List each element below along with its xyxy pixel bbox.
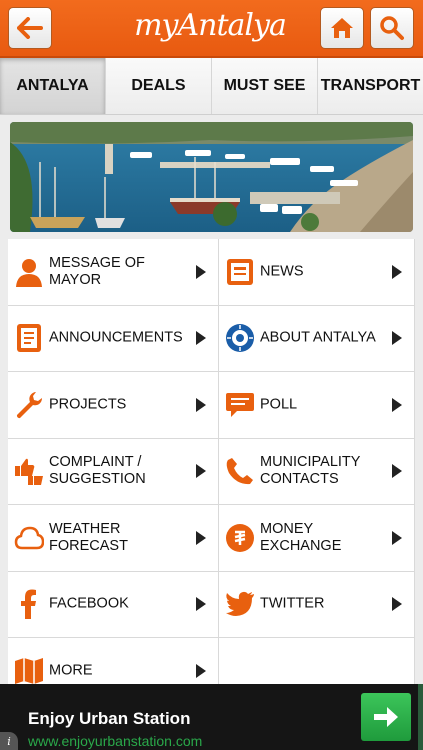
- tab-must-see[interactable]: MUST SEE: [212, 58, 318, 114]
- menu-item-label: COMPLAINT / SUGGESTION: [49, 454, 146, 488]
- ad-divider: [418, 684, 423, 750]
- home-button[interactable]: [320, 7, 364, 49]
- menu-item-label: TWITTER: [260, 595, 325, 612]
- menu-item-announcements[interactable]: ANNOUNCEMENTS: [8, 305, 219, 372]
- home-icon: [331, 18, 353, 38]
- menu-item-money-exchange[interactable]: MONEY EXCHANGE: [219, 505, 415, 572]
- menu-item-complaint-suggestion[interactable]: COMPLAINT / SUGGESTION: [8, 438, 219, 505]
- facebook-icon: [14, 589, 44, 620]
- chevron-right-icon: [196, 530, 206, 545]
- tab-antalya[interactable]: ANTALYA: [0, 58, 106, 114]
- arrow-right-icon: [374, 707, 398, 727]
- menu-item-label: ANNOUNCEMENTS: [49, 329, 183, 346]
- menu-item-twitter[interactable]: TWITTER: [219, 571, 415, 638]
- menu-item-municipality-contacts[interactable]: MUNICIPALITY CONTACTS: [219, 438, 415, 505]
- chat-bubble-icon: [225, 390, 255, 420]
- menu-item-poll[interactable]: POLL: [219, 372, 415, 439]
- chevron-right-icon: [392, 331, 402, 346]
- ad-info-icon[interactable]: i: [0, 732, 18, 750]
- menu-item-label: POLL: [260, 396, 298, 413]
- menu-item-message-of-mayor[interactable]: MESSAGE OF MAYOR: [8, 239, 219, 306]
- chevron-right-icon: [196, 597, 206, 612]
- twitter-icon: [225, 589, 255, 619]
- chevron-right-icon: [196, 464, 206, 479]
- menu-grid: MESSAGE OF MAYOR NEWS ANNOUNCEMENTS ABOU…: [8, 239, 415, 705]
- menu-item-label: MESSAGE OF MAYOR: [49, 254, 145, 288]
- menu-item-label: MORE: [49, 662, 93, 679]
- chevron-right-icon: [392, 597, 402, 612]
- tab-transport[interactable]: TRANSPORT: [318, 58, 423, 114]
- tab-deals[interactable]: DEALS: [106, 58, 212, 114]
- back-button[interactable]: [8, 7, 52, 49]
- menu-item-weather-forecast[interactable]: WEATHER FORECAST: [8, 505, 219, 572]
- chevron-right-icon: [392, 397, 402, 412]
- thumbs-icon: [14, 456, 44, 486]
- chevron-right-icon: [392, 264, 402, 279]
- map-icon: [14, 656, 44, 686]
- cloud-icon: [14, 523, 44, 553]
- ad-url: www.enjoyurbanstation.com: [28, 733, 203, 749]
- document-icon: [14, 323, 44, 353]
- menu-item-label: WEATHER FORECAST: [49, 520, 128, 554]
- chevron-right-icon: [196, 331, 206, 346]
- newspaper-icon: [225, 257, 255, 287]
- menu-item-facebook[interactable]: FACEBOOK: [8, 571, 219, 638]
- ad-banner[interactable]: Enjoy Urban Station www.enjoyurbanstatio…: [0, 684, 423, 750]
- phone-icon: [225, 456, 255, 486]
- menu-item-label: ABOUT ANTALYA: [260, 329, 376, 346]
- menu-item-label: MUNICIPALITY CONTACTS: [260, 454, 361, 488]
- person-icon: [14, 257, 44, 287]
- tab-bar: ANTALYA DEALS MUST SEE TRANSPORT: [0, 58, 423, 115]
- city-seal-icon: [225, 323, 255, 353]
- chevron-right-icon: [196, 397, 206, 412]
- banner-image: [10, 122, 413, 232]
- ad-title: Enjoy Urban Station: [28, 709, 191, 728]
- wrench-icon: [14, 390, 44, 420]
- app-logo: myAntalya: [134, 8, 287, 43]
- app-header: myAntalya: [0, 0, 423, 58]
- menu-item-label: NEWS: [260, 263, 304, 280]
- chevron-right-icon: [392, 464, 402, 479]
- chevron-right-icon: [196, 264, 206, 279]
- ad-open-button[interactable]: [361, 693, 411, 741]
- menu-item-label: MONEY EXCHANGE: [260, 520, 342, 554]
- menu-item-label: PROJECTS: [49, 396, 127, 413]
- menu-item-projects[interactable]: PROJECTS: [8, 372, 219, 439]
- chevron-right-icon: [392, 530, 402, 545]
- back-arrow-icon: [17, 17, 43, 39]
- search-button[interactable]: [370, 7, 414, 49]
- menu-item-label: FACEBOOK: [49, 595, 129, 612]
- search-icon: [380, 16, 404, 40]
- menu-item-about-antalya[interactable]: ABOUT ANTALYA: [219, 305, 415, 372]
- currency-icon: [225, 523, 255, 553]
- chevron-right-icon: [196, 663, 206, 678]
- menu-item-news[interactable]: NEWS: [219, 239, 415, 306]
